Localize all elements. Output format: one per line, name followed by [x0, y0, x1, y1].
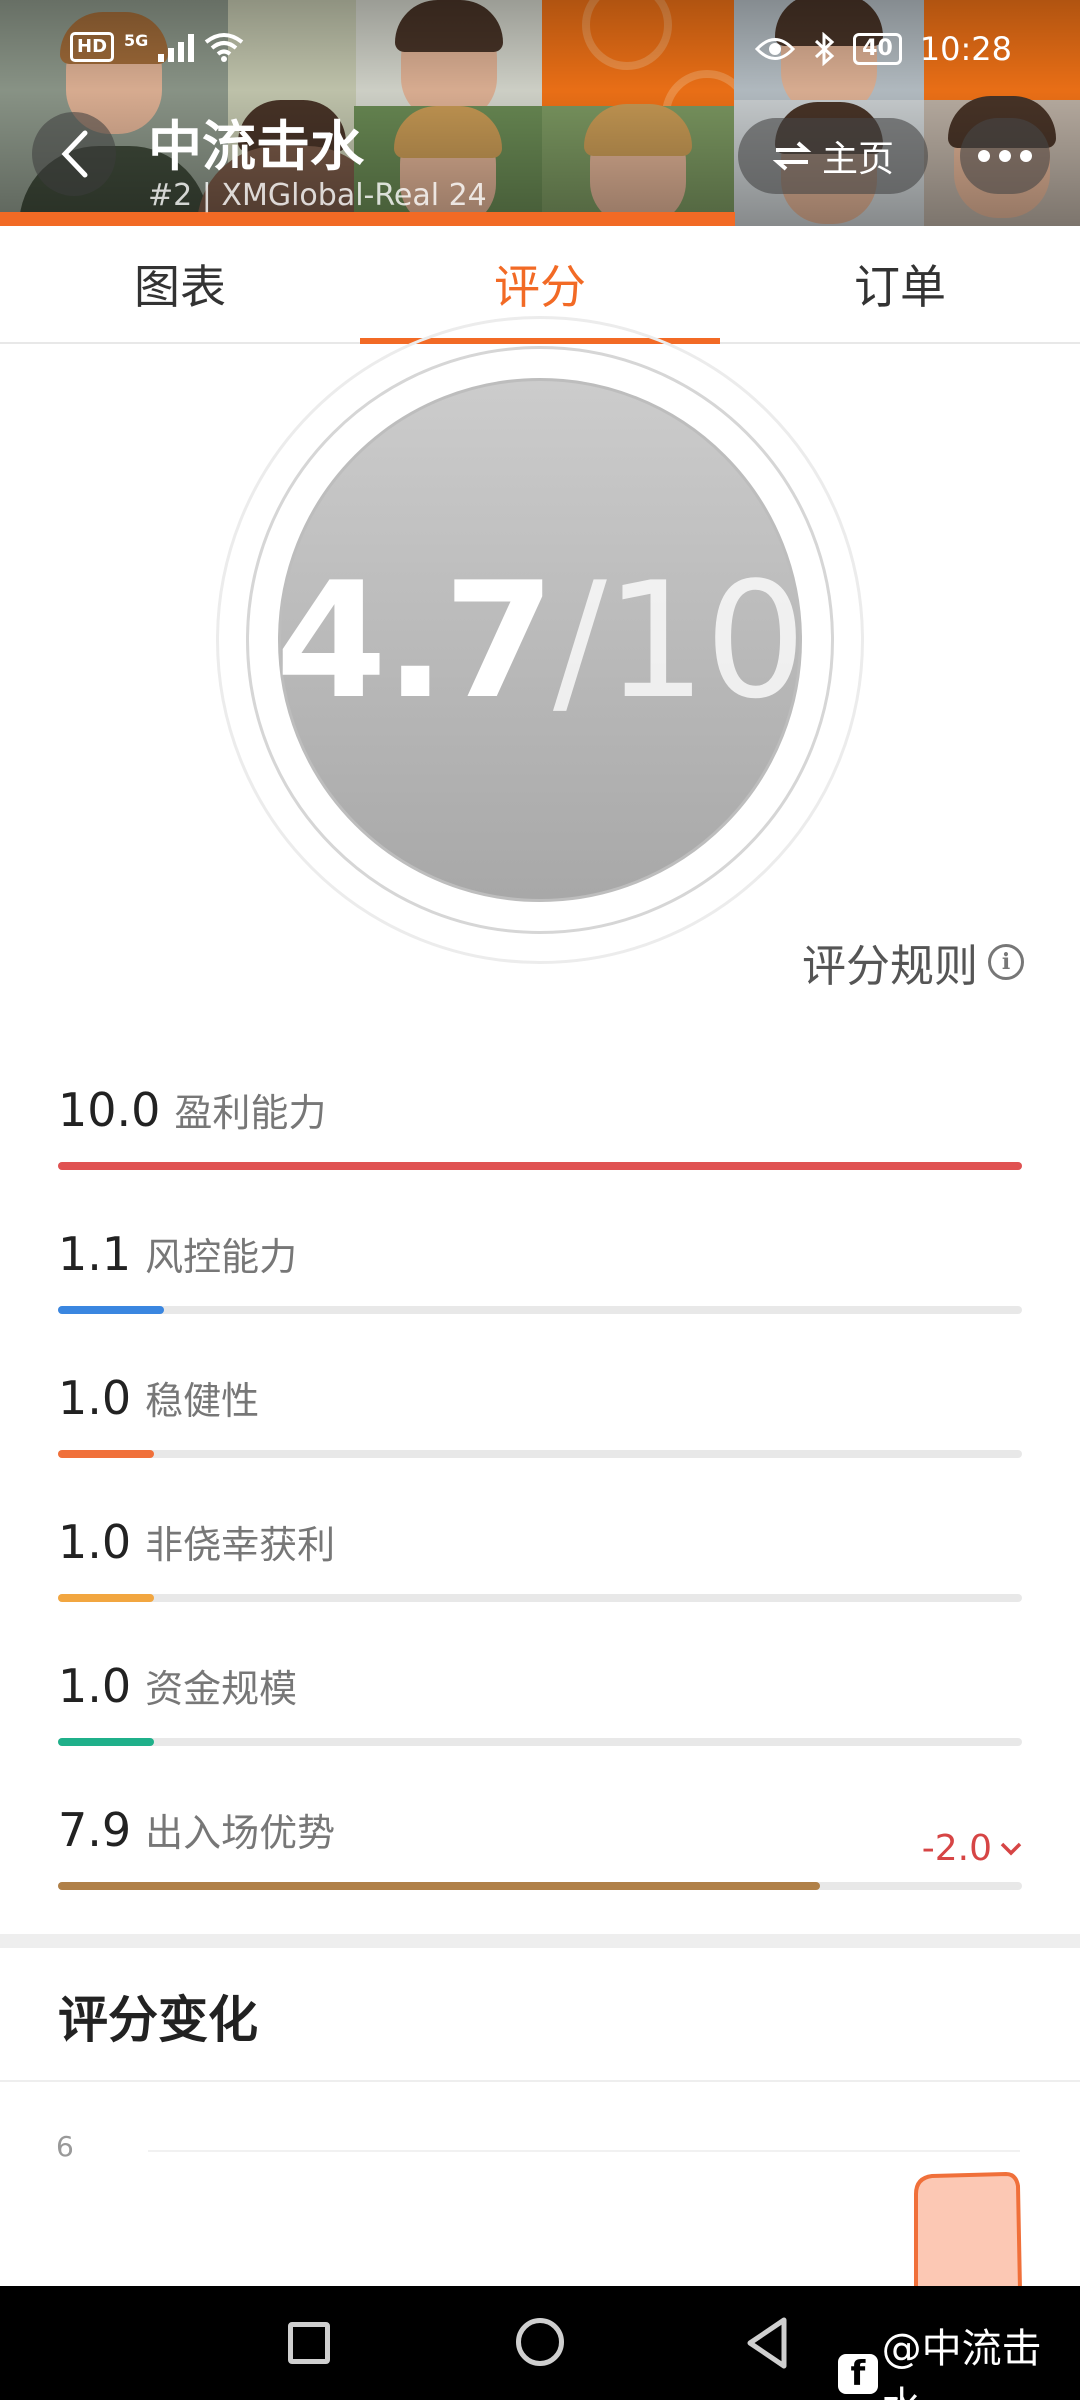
metric-label: 稳健性 [145, 1379, 260, 1423]
chevron-left-icon [61, 130, 88, 178]
watermark: f @中流击水 [838, 2316, 1080, 2400]
metric-bar-track [58, 1594, 1022, 1602]
back-button[interactable] [32, 112, 116, 196]
metric-bar-track [58, 1882, 1022, 1890]
profile-header: HD 5G 40 10:28 中流击水 #2 | XMGlobal-Real 2… [0, 0, 1080, 226]
bluetooth-icon [815, 32, 835, 66]
score-denominator: /10 [552, 546, 806, 734]
home-button-label: 主页 [821, 139, 894, 180]
watermark-text: @中流击水 [881, 2326, 1042, 2400]
metric-label: 风控能力 [145, 1235, 298, 1279]
score-delta-toggle[interactable]: -2.0 [922, 1828, 1022, 1869]
score-change-title: 评分变化 [58, 1991, 258, 2049]
metric-bar-fill [58, 1162, 1022, 1170]
metric-bar-fill [58, 1450, 155, 1458]
strategy-title: 中流击水 [148, 115, 364, 178]
metric-entry-exit-advantage: 7.9 出入场优势 -2.0 [58, 1790, 1022, 1934]
network-type: 5G [124, 30, 149, 50]
score-breakdown: 10.0 盈利能力 1.1 风控能力 1.0 稳健性 1.0 非侥幸获利 1.0 资金规模… [58, 1070, 1022, 1934]
metric-bar-track [58, 1450, 1022, 1458]
metric-profitability: 10.0 盈利能力 [58, 1070, 1022, 1214]
metric-bar-fill [58, 1594, 155, 1602]
back-nav-button[interactable] [744, 2316, 790, 2370]
info-icon: i [988, 944, 1024, 980]
metric-label: 资金规模 [145, 1667, 298, 1711]
system-nav-bar: f @中流击水 [0, 2286, 1080, 2400]
signal-icon [158, 32, 195, 62]
overall-score: 4.7/10 [275, 546, 807, 734]
wifi-icon [205, 33, 244, 62]
facebook-icon: f [838, 2354, 878, 2394]
scoring-rules-label: 评分规则 [802, 941, 978, 992]
metric-value: 1.0 [58, 1515, 132, 1569]
metric-bar-track [58, 1738, 1022, 1746]
strategy-account: #2 | XMGlobal-Real 24 [148, 178, 487, 213]
home-nav-button[interactable] [516, 2318, 564, 2366]
metric-stability: 1.0 稳健性 [58, 1358, 1022, 1502]
chart-gridline [148, 2150, 1020, 2152]
score-delta-value: -2.0 [921, 1828, 992, 1869]
metric-label: 非侥幸获利 [145, 1523, 336, 1567]
chart-y-tick: 6 [56, 2130, 74, 2163]
hd-indicator: HD [70, 32, 115, 62]
page: HD 5G 40 10:28 中流击水 #2 | XMGlobal-Real 2… [0, 0, 1080, 2400]
section-rule [0, 2080, 1080, 2082]
metric-label: 盈利能力 [174, 1091, 327, 1135]
score-change-area [914, 2171, 1022, 2290]
chevron-down-icon [1000, 1842, 1022, 1855]
metric-bar-fill [58, 1738, 155, 1746]
score-gauge: 4.7/10 [216, 316, 864, 964]
metric-bar-fill [58, 1306, 165, 1314]
metric-label: 出入场优势 [145, 1811, 336, 1855]
metric-value: 1.1 [58, 1227, 132, 1281]
metric-risk-control: 1.1 风控能力 [58, 1214, 1022, 1358]
metric-bar-fill [58, 1882, 820, 1890]
metric-bar-track [58, 1162, 1022, 1170]
more-button[interactable] [960, 118, 1050, 194]
metric-capital-size: 1.0 资金规模 [58, 1646, 1022, 1790]
eye-icon [755, 38, 796, 60]
metric-value: 7.9 [58, 1803, 132, 1857]
status-bar: HD 5G 40 10:28 [0, 0, 1080, 100]
swap-icon [772, 141, 812, 171]
metric-value: 1.0 [58, 1659, 132, 1713]
clock: 10:28 [919, 30, 1012, 68]
recents-button[interactable] [288, 2322, 330, 2364]
metric-bar-track [58, 1306, 1022, 1314]
metric-non-luck-profit: 1.0 非侥幸获利 [58, 1502, 1022, 1646]
battery-indicator: 40 [853, 33, 902, 65]
scoring-rules-link[interactable]: 评分规则 i [802, 930, 1024, 994]
header-accent-band [0, 212, 735, 226]
home-button[interactable]: 主页 [738, 118, 928, 194]
metric-value: 10.0 [58, 1083, 161, 1137]
section-divider [0, 1934, 1080, 1948]
metric-value: 1.0 [58, 1371, 132, 1425]
score-value: 4.7 [275, 546, 555, 734]
